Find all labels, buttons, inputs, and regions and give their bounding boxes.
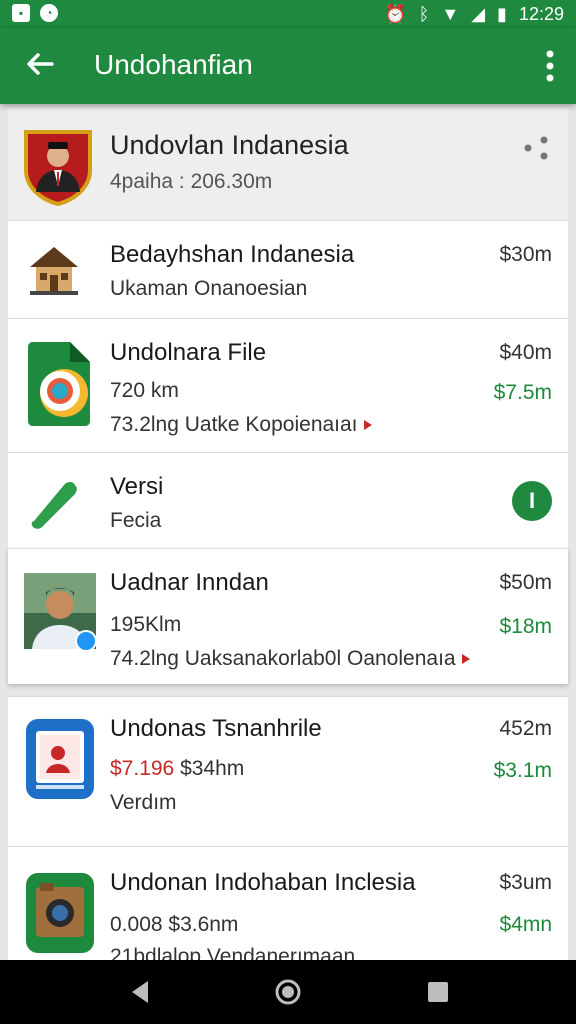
battery-icon: ▮ xyxy=(497,4,507,24)
header-subtitle: 4paiha : 206.30m xyxy=(110,170,273,193)
app-title: Undohanfian xyxy=(94,49,253,80)
item-title: Undonas Tsnanhrile xyxy=(110,715,322,742)
signal-icon: ◢ xyxy=(471,4,486,24)
status-badge: I xyxy=(512,481,552,521)
item-title: Versi xyxy=(110,473,164,500)
notification-icon: ▪ xyxy=(12,4,30,22)
item-distance: 720 km xyxy=(110,379,179,402)
person-photo-icon xyxy=(24,573,96,652)
clock-icon: ◔ xyxy=(40,4,58,22)
red-arrow-icon xyxy=(461,654,470,665)
item-title: Undonan Indohaban Inclesia xyxy=(110,869,416,896)
item-price-secondary: $4mn xyxy=(499,913,552,936)
back-arrow-icon[interactable] xyxy=(24,48,56,80)
house-icon xyxy=(30,247,78,295)
item-price-secondary: $7.5m xyxy=(493,381,552,404)
item-detail: Verdım xyxy=(110,791,177,814)
header-name: Undovlan Indanesia xyxy=(110,130,349,160)
more-options-icon[interactable] xyxy=(544,48,556,84)
status-bar: ▪ ◔ ⏰ ᛒ ▼ ◢ ▮ 12:29 xyxy=(0,0,576,28)
status-time: 12:29 xyxy=(518,4,564,24)
wifi-icon: ▼ xyxy=(441,4,460,24)
item-title: Uadnar Inndan xyxy=(110,569,269,596)
app-bar: Undohanfian xyxy=(0,28,576,104)
recents-icon[interactable] xyxy=(424,978,452,1006)
item-title: Undolnara File xyxy=(110,339,267,366)
red-arrow-icon xyxy=(363,420,372,431)
bluetooth-icon: ᛒ xyxy=(418,4,430,24)
list-item[interactable]: Undonas Tsnanhrile $7.196 $34hm Verdım 4… xyxy=(8,696,568,846)
list-item[interactable]: Undolnara File 720 km 73.2lng Uatke Kopo… xyxy=(8,318,568,452)
item-price: $40m xyxy=(499,341,552,364)
item-price: 452m xyxy=(499,717,552,740)
list-item[interactable]: Uadnar Inndan 195Klm 74.2lng Uaksanakorl… xyxy=(8,548,568,684)
document-app-icon xyxy=(26,719,94,799)
item-subtitle: Ukaman Onanoesian xyxy=(110,277,308,300)
item-title: Bedayhshan Indanesia xyxy=(110,241,355,268)
item-detail: 74.2lng Uaksanakorlab0l Oanolenaıa xyxy=(110,647,470,671)
item-subtitle: Fecia xyxy=(110,509,162,532)
item-price: $3um xyxy=(499,871,552,894)
item-price-secondary: $3.1m xyxy=(493,759,552,782)
item-distance: 195Klm xyxy=(110,613,182,636)
profile-header[interactable]: Undovlan Indanesia 4paiha : 206.30m xyxy=(8,108,568,220)
camera-app-icon xyxy=(26,873,94,953)
shield-avatar-icon xyxy=(24,130,92,206)
item-price: $30m xyxy=(499,243,552,266)
item-detail: 73.2lng Uatke Kopoienaıaı xyxy=(110,413,372,437)
share-icon[interactable] xyxy=(522,134,550,162)
item-price: $50m xyxy=(499,571,552,594)
item-price-secondary: $18m xyxy=(499,615,552,638)
file-icon xyxy=(28,342,90,426)
item-distance: 0.008 $3.6nm xyxy=(110,913,239,936)
list-item[interactable]: Versi Fecia I xyxy=(8,452,568,548)
system-navigation-bar xyxy=(0,960,576,1024)
alarm-icon: ⏰ xyxy=(384,4,407,24)
home-icon[interactable] xyxy=(274,978,302,1006)
back-icon[interactable] xyxy=(126,978,154,1006)
item-prices-line: $7.196 $34hm xyxy=(110,757,245,780)
pen-icon xyxy=(31,482,77,529)
item-detail: 21bdlalop Vendanerımaan xyxy=(110,945,356,960)
list-item[interactable]: Undonan Indohaban Inclesia 0.008 $3.6nm … xyxy=(8,846,568,960)
list-item[interactable]: Bedayhshan Indanesia Ukaman Onanoesian $… xyxy=(8,220,568,318)
